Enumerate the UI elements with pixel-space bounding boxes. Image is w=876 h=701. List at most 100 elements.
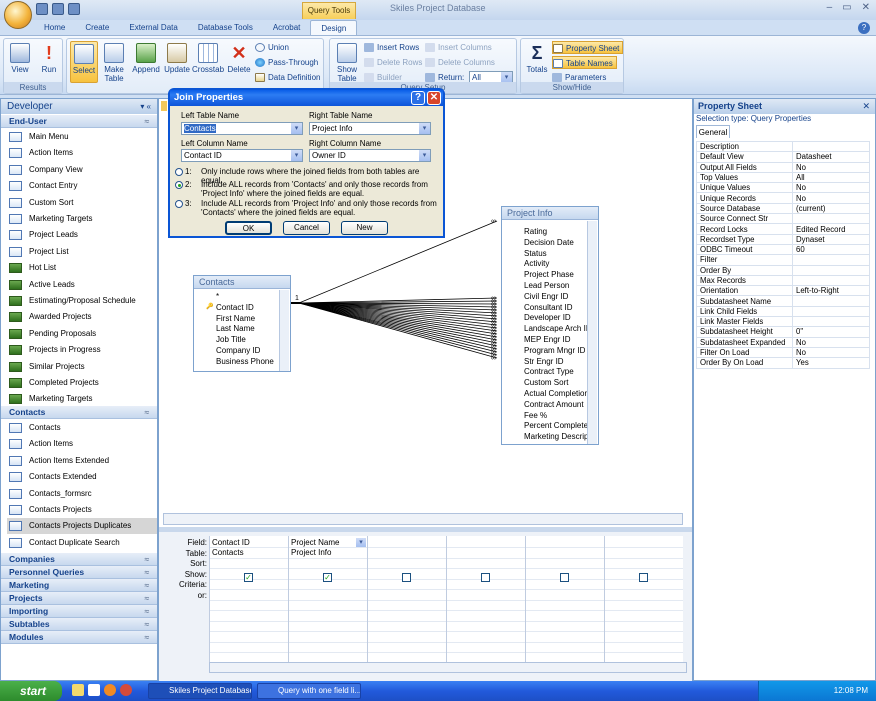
table-field[interactable]: Civil Engr ID bbox=[524, 292, 568, 301]
table-field[interactable]: Decision Date bbox=[524, 238, 574, 247]
property-value[interactable]: Dynaset bbox=[792, 233, 870, 245]
nav-item-hot-list[interactable]: Hot List bbox=[7, 260, 157, 276]
grid-show-checkbox[interactable] bbox=[560, 573, 569, 582]
close-icon[interactable]: ✕ bbox=[862, 99, 870, 114]
nav-item-custom-sort[interactable]: Custom Sort bbox=[7, 195, 157, 211]
property-row[interactable]: Description bbox=[696, 140, 870, 153]
property-value[interactable]: No bbox=[792, 192, 870, 204]
grid-column[interactable]: Project Name ▾ Project Info ✓ bbox=[288, 536, 367, 666]
crosstab-button[interactable]: Crosstab bbox=[192, 41, 224, 83]
join-line[interactable] bbox=[298, 302, 498, 353]
select-button[interactable]: Select bbox=[70, 41, 98, 83]
taskbar-item-access[interactable]: Skiles Project Database bbox=[148, 683, 252, 699]
table-field[interactable]: Fee % bbox=[524, 411, 547, 420]
minimize-icon[interactable]: – bbox=[827, 2, 833, 13]
property-row[interactable]: Subdatasheet Expanded No bbox=[696, 336, 870, 348]
grid-column[interactable] bbox=[525, 536, 604, 666]
property-row[interactable]: Top Values All bbox=[696, 171, 870, 184]
folder-icon[interactable] bbox=[72, 684, 84, 696]
property-row[interactable]: Link Master Fields bbox=[696, 316, 870, 328]
table-field[interactable]: First Name bbox=[216, 314, 255, 323]
property-row[interactable]: Unique Records No bbox=[696, 192, 870, 204]
insert-rows-button[interactable]: Insert Rows bbox=[364, 41, 419, 54]
nav-group-subtables[interactable]: Subtables ≈ bbox=[1, 618, 157, 631]
project-info-table[interactable]: Project Info Rating Decision Date Status Ac… bbox=[501, 206, 599, 445]
nav-item-contacts-projects[interactable]: Contacts Projects bbox=[7, 502, 157, 518]
property-value[interactable]: All bbox=[792, 171, 870, 184]
right-column-select[interactable]: Owner ID ▾ bbox=[309, 149, 431, 162]
chevron-down-icon[interactable]: ▾ bbox=[356, 538, 366, 547]
property-value[interactable]: (current) bbox=[792, 202, 870, 215]
tab-acrobat[interactable]: Acrobat bbox=[263, 20, 311, 35]
property-value[interactable]: No bbox=[792, 336, 870, 348]
property-row[interactable]: Output All Fields No bbox=[696, 161, 870, 173]
table-field[interactable]: Developer ID bbox=[524, 313, 571, 322]
delete-rows-button[interactable]: Delete Rows bbox=[364, 56, 422, 69]
nav-item-contacts[interactable]: Contacts bbox=[7, 420, 157, 436]
grid-column[interactable] bbox=[446, 536, 525, 666]
property-value[interactable] bbox=[792, 140, 870, 153]
property-row[interactable]: Link Child Fields bbox=[696, 305, 870, 318]
grid-table-cell[interactable]: Project Info bbox=[291, 548, 331, 557]
grid-show-checkbox[interactable]: ✓ bbox=[244, 573, 253, 582]
nav-item-project-leads[interactable]: Project Leads bbox=[7, 227, 157, 243]
nav-item-contact-entry[interactable]: Contact Entry bbox=[7, 178, 157, 194]
append-button[interactable]: Append bbox=[130, 41, 162, 83]
undo-icon[interactable] bbox=[52, 3, 64, 15]
left-table-select[interactable]: Contacts ▾ bbox=[181, 122, 303, 135]
data-definition-button[interactable]: Data Definition bbox=[255, 71, 320, 84]
table-field[interactable]: Marketing Description bbox=[524, 432, 588, 441]
table-field[interactable]: Activity bbox=[524, 259, 549, 268]
join-option-2-radio[interactable] bbox=[175, 181, 183, 189]
property-row[interactable]: Max Records bbox=[696, 274, 870, 287]
nav-group-companies[interactable]: Companies ≈ bbox=[1, 553, 157, 566]
grid-table-cell[interactable]: Contacts bbox=[212, 548, 244, 557]
nav-item-contacts-formsrc[interactable]: Contacts_formsrc bbox=[7, 486, 157, 502]
ok-button[interactable]: OK bbox=[225, 221, 272, 235]
table-field[interactable]: Landscape Arch ID bbox=[524, 324, 588, 333]
project-info-table-title[interactable]: Project Info bbox=[502, 207, 598, 220]
contacts-table[interactable]: Contacts * Contact ID 🔑 First Name Last Name… bbox=[193, 275, 291, 372]
tab-create[interactable]: Create bbox=[75, 20, 119, 35]
tab-external-data[interactable]: External Data bbox=[119, 20, 187, 35]
scrollbar[interactable] bbox=[587, 221, 597, 444]
office-button[interactable] bbox=[4, 1, 32, 29]
tab-database-tools[interactable]: Database Tools bbox=[188, 20, 263, 35]
make-table-button[interactable]: Make Table bbox=[100, 41, 128, 83]
table-field[interactable]: Status bbox=[524, 249, 547, 258]
property-value[interactable] bbox=[792, 316, 870, 328]
tab-general[interactable]: General bbox=[696, 125, 730, 138]
property-row[interactable]: Record Locks Edited Record bbox=[696, 223, 870, 235]
table-field[interactable]: Custom Sort bbox=[524, 378, 568, 387]
nav-item-awarded-projects[interactable]: Awarded Projects bbox=[7, 309, 157, 325]
nav-group-marketing[interactable]: Marketing ≈ bbox=[1, 579, 157, 592]
table-field[interactable]: Consultant ID bbox=[524, 303, 572, 312]
property-row[interactable]: Filter On Load No bbox=[696, 346, 870, 359]
grid-field-cell[interactable]: Contact ID bbox=[212, 538, 250, 547]
table-field[interactable]: Actual Completion bbox=[524, 389, 588, 398]
right-table-select[interactable]: Project Info ▾ bbox=[309, 122, 431, 135]
table-field[interactable]: * bbox=[216, 292, 219, 301]
table-field[interactable]: Str Engr ID bbox=[524, 357, 564, 366]
document-icon[interactable] bbox=[88, 684, 100, 696]
table-field[interactable]: Job Title bbox=[216, 335, 246, 344]
property-value[interactable] bbox=[792, 254, 870, 266]
table-field[interactable]: Rating bbox=[524, 227, 547, 236]
property-value[interactable]: 60 bbox=[792, 243, 870, 256]
show-table-button[interactable]: Show Table bbox=[332, 41, 362, 83]
property-row[interactable]: Order By On Load Yes bbox=[696, 357, 870, 369]
table-field[interactable]: Project Phase bbox=[524, 270, 574, 279]
tab-design[interactable]: Design bbox=[310, 20, 358, 35]
table-field[interactable]: Company ID bbox=[216, 346, 260, 355]
delete-button[interactable]: ✕ Delete bbox=[224, 41, 254, 83]
table-field[interactable]: Contract Type bbox=[524, 367, 574, 376]
nav-item-action-items[interactable]: Action Items bbox=[7, 145, 157, 161]
property-row[interactable]: Source Connect Str bbox=[696, 213, 870, 225]
property-row[interactable]: Orientation Left-to-Right bbox=[696, 285, 870, 297]
property-value[interactable]: Left-to-Right bbox=[792, 285, 870, 297]
grid-horizontal-scrollbar[interactable] bbox=[209, 662, 687, 673]
contacts-table-title[interactable]: Contacts bbox=[194, 276, 290, 289]
union-button[interactable]: Union bbox=[255, 41, 289, 54]
nav-item-action-items-extended[interactable]: Action Items Extended bbox=[7, 453, 157, 469]
property-row[interactable]: Subdatasheet Height 0" bbox=[696, 326, 870, 338]
